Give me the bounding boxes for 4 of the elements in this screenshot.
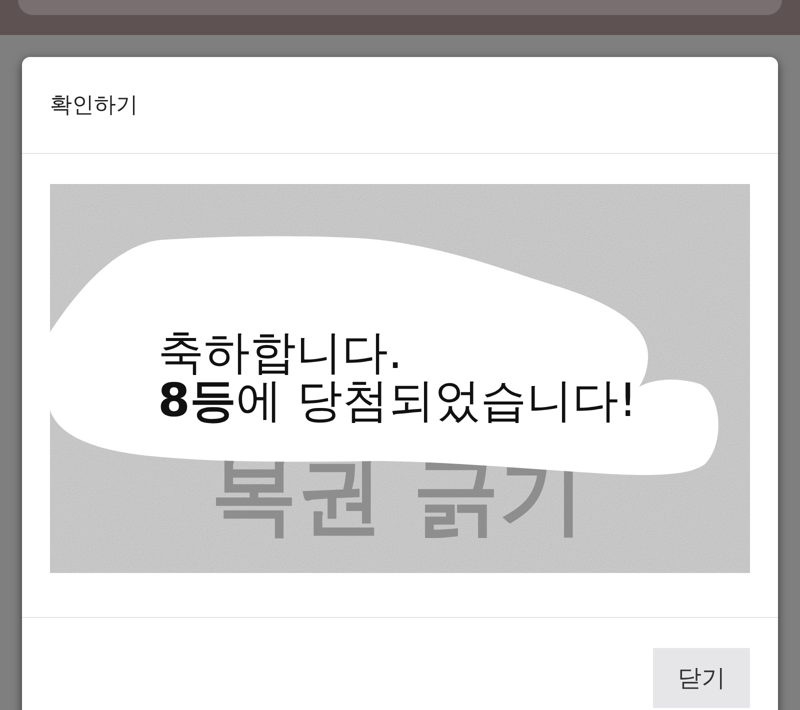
message-line: 8등에 당첨되었습니다! — [158, 376, 638, 424]
dialog-title: 확인하기 — [50, 92, 138, 120]
close-button[interactable]: 닫기 — [653, 648, 750, 708]
message-line: 축하합니다. — [158, 328, 404, 376]
